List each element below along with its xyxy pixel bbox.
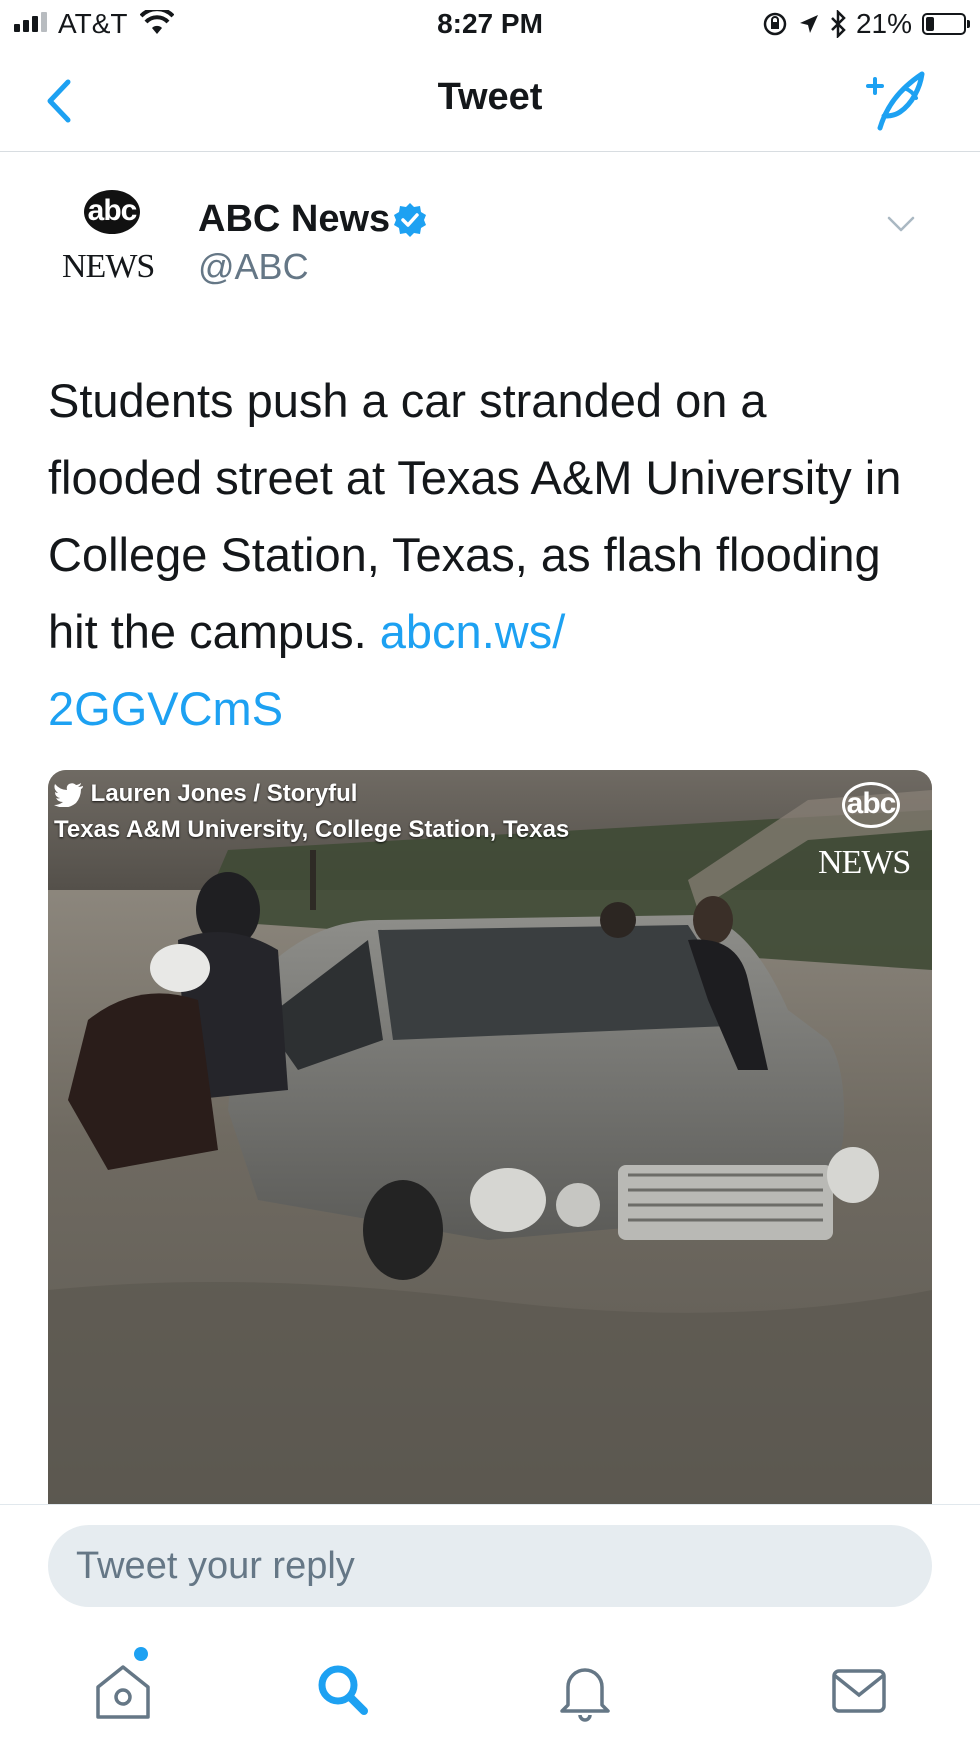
- author-handle[interactable]: @ABC: [198, 246, 309, 288]
- video-credit-location: Texas A&M University, College Station, T…: [54, 816, 570, 843]
- verified-badge-icon: [394, 203, 426, 237]
- tweet-video[interactable]: Lauren Jones / Storyful Texas A&M Univer…: [48, 770, 932, 1505]
- battery-level: [926, 17, 934, 31]
- search-icon[interactable]: [308, 1655, 378, 1725]
- envelope-icon[interactable]: [824, 1655, 894, 1725]
- status-indicators: 21%: [762, 8, 970, 40]
- battery-icon: [922, 13, 970, 35]
- tweet-text: Students push a car stranded on a floode…: [48, 362, 928, 747]
- avatar-abc-logo: abc: [84, 190, 140, 234]
- page-title: Tweet: [437, 76, 543, 118]
- bluetooth-icon: [831, 10, 846, 38]
- bell-icon[interactable]: [550, 1655, 620, 1725]
- compose-quill-icon[interactable]: [864, 68, 932, 132]
- author-name[interactable]: ABC News: [198, 198, 390, 241]
- rotation-lock-icon: [763, 12, 787, 36]
- location-arrow-icon: [799, 15, 818, 33]
- battery-percent: 21%: [855, 8, 912, 39]
- watermark-news: NEWS: [818, 844, 911, 881]
- home-icon[interactable]: [88, 1655, 158, 1725]
- video-credit-author: Lauren Jones / Storyful: [90, 780, 358, 807]
- avatar-news-wordmark: NEWS: [62, 248, 155, 285]
- chevron-down-icon[interactable]: [886, 214, 916, 234]
- avatar[interactable]: abc NEWS: [54, 188, 172, 292]
- status-bar: AT&T 8:27 PM 21%: [0, 0, 980, 50]
- abc-news-watermark: abc NEWS: [812, 782, 922, 882]
- nav-bar: Tweet: [0, 50, 980, 152]
- home-unread-dot: [134, 1647, 148, 1661]
- twitter-bird-icon: [54, 782, 83, 807]
- watermark-abc: abc: [842, 782, 900, 828]
- video-thumbnail: [48, 770, 932, 1505]
- reply-toolbar: Tweet your reply: [0, 1504, 980, 1743]
- reply-input[interactable]: Tweet your reply: [48, 1525, 932, 1607]
- video-credit: Lauren Jones / Storyful Texas A&M Univer…: [54, 776, 569, 848]
